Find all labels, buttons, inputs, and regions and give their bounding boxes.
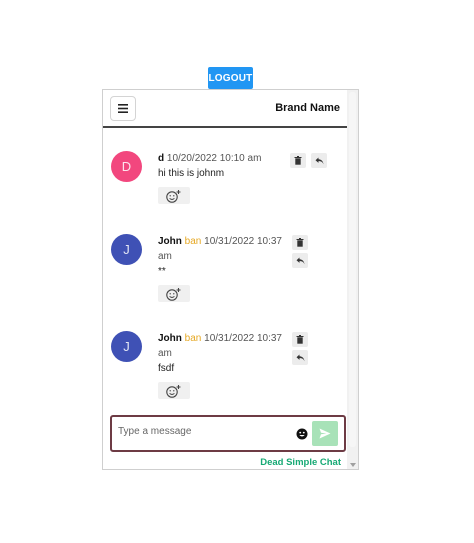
menu-button[interactable] — [110, 96, 136, 121]
reply-button[interactable] — [311, 153, 327, 168]
message-composer — [110, 415, 346, 452]
message-item: J John ban 10/31/2022 10:37 am fsdf — [103, 331, 348, 403]
reply-icon — [296, 354, 304, 361]
ban-link[interactable]: ban — [185, 333, 202, 344]
avatar: D — [111, 151, 142, 182]
scrollbar-thumb[interactable] — [349, 92, 356, 447]
avatar: J — [111, 234, 142, 265]
scroll-down-arrow-icon[interactable] — [350, 463, 356, 467]
avatar-letter: J — [123, 339, 130, 354]
message-body: d 10/20/2022 10:10 am hi this is johnm — [158, 151, 288, 181]
delete-button[interactable] — [292, 332, 308, 347]
message-item: D d 10/20/2022 10:10 am hi this is johnm — [103, 151, 348, 211]
send-icon — [319, 428, 331, 439]
ban-link[interactable]: ban — [185, 236, 202, 247]
reply-icon — [315, 157, 323, 164]
avatar-letter: D — [121, 159, 132, 174]
add-reaction-icon — [166, 189, 181, 203]
message-timestamp: 10/20/2022 10:10 am — [166, 153, 262, 164]
trash-icon — [296, 238, 304, 247]
avatar-letter: J — [123, 242, 130, 257]
message-input[interactable] — [118, 423, 288, 439]
delete-button[interactable] — [290, 153, 306, 168]
message-text: ** — [158, 266, 166, 277]
reply-icon — [296, 257, 304, 264]
message-body: John ban 10/31/2022 10:37 am ** — [158, 234, 288, 279]
chat-header: Brand Name — [103, 90, 348, 128]
emoji-button[interactable] — [295, 427, 308, 440]
logout-button[interactable]: LOGOUT — [208, 67, 253, 89]
powered-by-link[interactable]: Dead Simple Chat — [260, 457, 341, 468]
message-meta: John ban 10/31/2022 10:37 am — [158, 234, 288, 264]
add-reaction-icon — [166, 287, 181, 301]
message-body: John ban 10/31/2022 10:37 am fsdf — [158, 331, 288, 376]
trash-icon — [294, 156, 302, 165]
hamburger-icon — [118, 104, 128, 113]
message-author: John — [158, 333, 182, 344]
reply-button[interactable] — [292, 350, 308, 365]
message-author: d — [158, 153, 165, 164]
message-item: J John ban 10/31/2022 10:37 am ** — [103, 234, 348, 306]
add-reaction-button[interactable] — [158, 187, 190, 204]
avatar: J — [111, 331, 142, 362]
send-button[interactable] — [312, 421, 338, 446]
add-reaction-button[interactable] — [158, 285, 190, 302]
add-reaction-button[interactable] — [158, 382, 190, 399]
message-meta: d 10/20/2022 10:10 am — [158, 151, 288, 166]
message-text: fsdf — [158, 363, 175, 374]
chat-widget: Brand Name D d 10/20/2022 10:10 am hi th… — [102, 89, 359, 470]
scrollbar[interactable] — [347, 90, 358, 469]
delete-button[interactable] — [292, 235, 308, 250]
brand-name: Brand Name — [275, 102, 340, 114]
message-text: hi this is johnm — [158, 168, 225, 179]
message-author: John — [158, 236, 182, 247]
add-reaction-icon — [166, 384, 181, 398]
emoji-icon — [296, 428, 307, 439]
message-meta: John ban 10/31/2022 10:37 am — [158, 331, 288, 361]
reply-button[interactable] — [292, 253, 308, 268]
trash-icon — [296, 335, 304, 344]
